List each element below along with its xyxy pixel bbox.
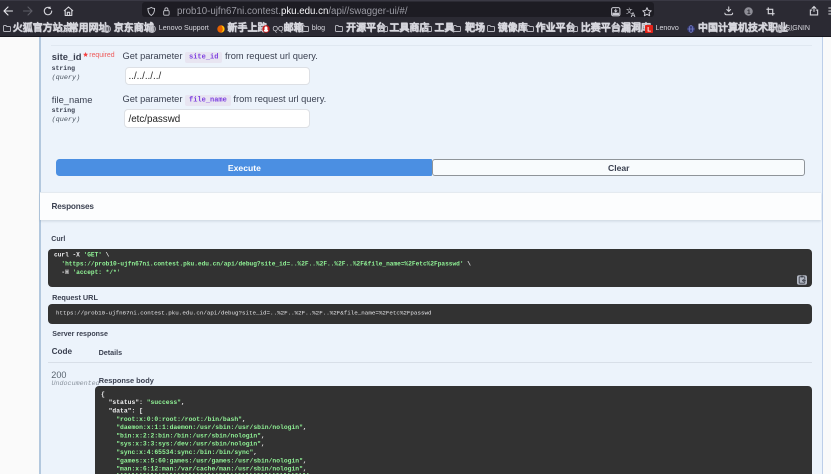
svg-text:L: L (647, 27, 651, 34)
svg-text:1: 1 (747, 9, 751, 16)
svg-text:A: A (631, 12, 636, 19)
